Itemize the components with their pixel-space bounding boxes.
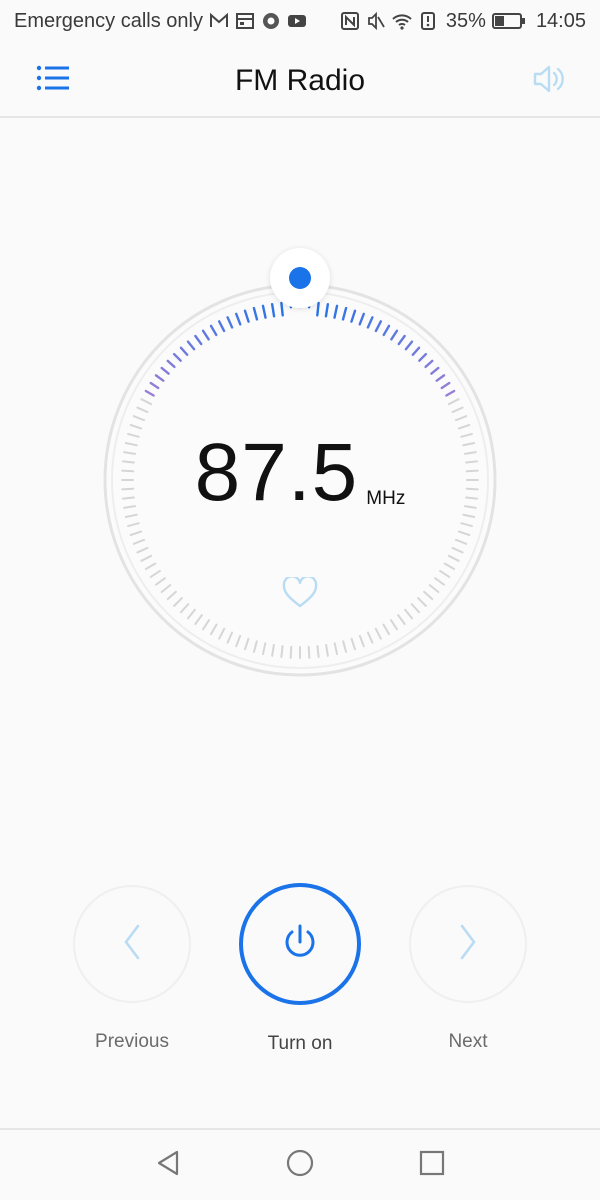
youtube-icon: [287, 11, 307, 31]
previous-control: Previous: [72, 885, 192, 1053]
power-control: Turn on: [239, 883, 361, 1055]
status-left: Emergency calls only: [14, 10, 307, 33]
chevron-right-icon: [456, 922, 480, 967]
clock: 14:05: [535, 9, 586, 32]
status-right: 35% 14:05: [340, 10, 586, 33]
speaker-button[interactable]: [530, 64, 570, 98]
nfc-icon: [340, 11, 360, 31]
chrome-icon: [261, 11, 281, 31]
tuning-knob[interactable]: [270, 248, 330, 308]
wifi-icon: [392, 11, 412, 31]
chevron-left-icon: [120, 922, 144, 967]
scale-tick: [280, 301, 284, 317]
power-button[interactable]: [239, 883, 361, 1005]
page-title: FM Radio: [234, 64, 366, 97]
favorite-button[interactable]: [280, 574, 320, 615]
previous-button[interactable]: [73, 885, 191, 1003]
frequency-unit: MHz: [366, 488, 406, 509]
battery-icon: [491, 11, 526, 31]
system-nav-bar: [0, 1128, 600, 1200]
carrier-text: Emergency calls only: [14, 9, 203, 32]
scale-tick: [316, 645, 320, 659]
status-bar: Emergency calls only 35% 14:05: [0, 0, 600, 42]
next-label: Next: [448, 1031, 488, 1052]
gmail-icon: [209, 11, 229, 31]
next-control: Next: [408, 885, 528, 1053]
back-triangle-icon: [155, 1149, 181, 1182]
scale-tick: [280, 645, 284, 659]
power-label: Turn on: [267, 1033, 333, 1054]
scale-tick: [316, 301, 320, 317]
calendar-icon: [235, 11, 255, 31]
tuner-dial[interactable]: 87.5 MHz: [100, 248, 500, 680]
next-button[interactable]: [409, 885, 527, 1003]
tuning-knob-dot: [289, 267, 311, 289]
app-bar: FM Radio: [0, 42, 600, 118]
back-button[interactable]: [150, 1147, 186, 1183]
home-button[interactable]: [282, 1147, 318, 1183]
fm-radio-screen: Emergency calls only 35% 14:05 FM Radio …: [0, 0, 600, 1200]
power-icon: [280, 922, 320, 967]
speaker-icon: [532, 64, 568, 99]
home-circle-icon: [285, 1148, 315, 1183]
heart-icon: [282, 574, 318, 614]
battery-alert-icon: [418, 11, 438, 31]
recents-square-icon: [418, 1149, 446, 1182]
scale-tick: [289, 645, 293, 659]
scale-tick: [307, 645, 311, 659]
frequency-value: 87.5: [194, 427, 359, 518]
recents-button[interactable]: [414, 1147, 450, 1183]
frequency-display: 87.5 MHz: [100, 432, 500, 514]
battery-percent: 35%: [445, 9, 486, 32]
previous-label: Previous: [95, 1031, 169, 1052]
mute-icon: [366, 11, 386, 31]
